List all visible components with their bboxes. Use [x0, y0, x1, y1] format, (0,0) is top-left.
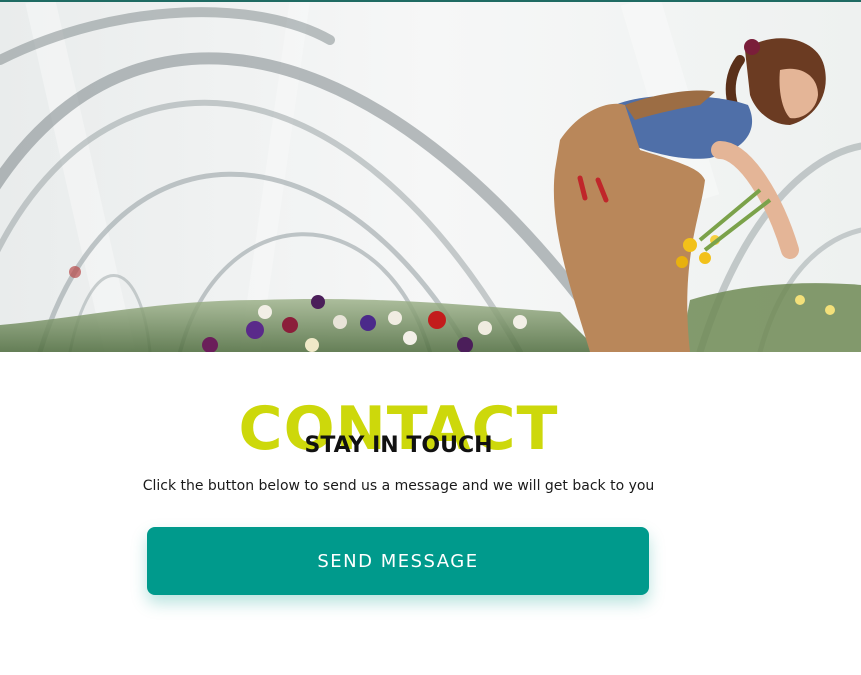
- page: CONTACT STAY IN TOUCH Click the button b…: [0, 0, 861, 675]
- greenhouse-photo-icon: [0, 0, 861, 352]
- hero-image: [0, 0, 861, 352]
- contact-description: Click the button below to send us a mess…: [142, 478, 655, 494]
- stay-in-touch-heading: STAY IN TOUCH: [304, 433, 493, 458]
- send-message-button[interactable]: SEND MESSAGE: [147, 527, 649, 595]
- contact-section: CONTACT STAY IN TOUCH Click the button b…: [0, 352, 861, 675]
- top-divider: [0, 0, 861, 2]
